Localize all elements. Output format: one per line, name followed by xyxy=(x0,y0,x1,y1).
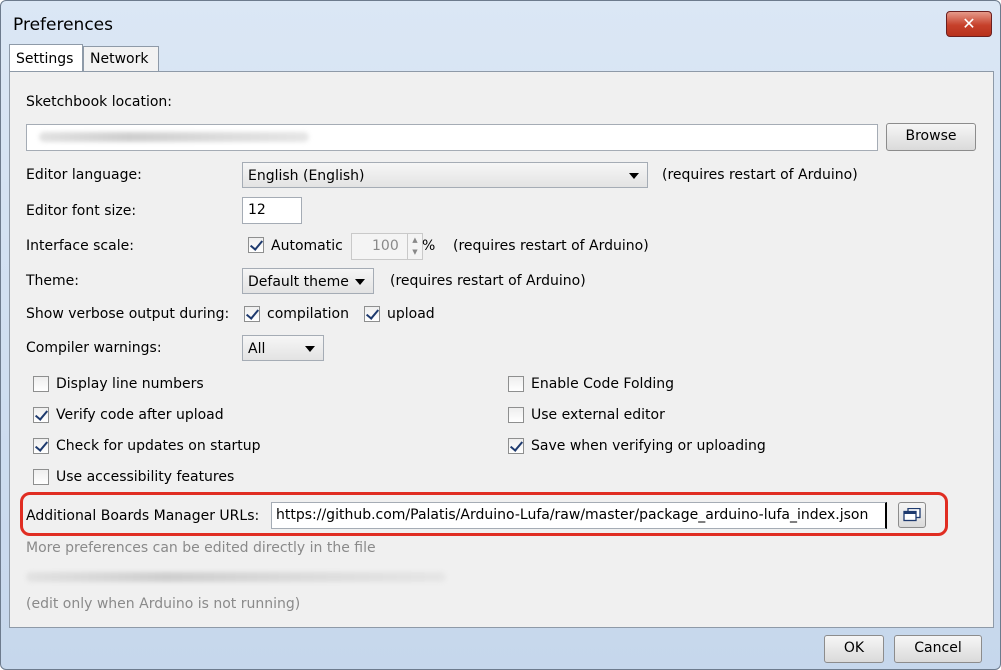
scale-spinner[interactable]: 100 ▲ ▼ xyxy=(351,233,423,260)
verify-after-upload-label: Verify code after upload xyxy=(56,407,224,423)
font-size-input[interactable]: 12 xyxy=(242,197,302,224)
save-when-verifying-checkbox[interactable] xyxy=(508,438,524,454)
theme-select[interactable]: Default theme xyxy=(242,268,374,294)
tab-network-label: Network xyxy=(90,51,149,67)
compilation-label: compilation xyxy=(267,306,349,322)
sketchbook-path-input[interactable] xyxy=(26,124,878,151)
editor-language-select[interactable]: English (English) xyxy=(242,162,648,188)
browse-button[interactable]: Browse xyxy=(886,123,976,151)
tab-network[interactable]: Network xyxy=(83,46,159,72)
upload-checkbox[interactable] xyxy=(364,306,380,322)
close-icon[interactable]: ✕ xyxy=(946,11,992,37)
external-editor-label: Use external editor xyxy=(531,407,665,423)
automatic-checkbox[interactable] xyxy=(248,237,264,253)
compiler-warnings-value: All xyxy=(248,341,266,357)
title-bar: Preferences ✕ xyxy=(1,1,1000,43)
settings-panel: Sketchbook location: Browse Editor langu… xyxy=(9,71,994,628)
window-title: Preferences xyxy=(13,15,113,35)
blurred-path xyxy=(39,132,309,142)
preferences-window: Preferences ✕ Settings Network Sketchboo… xyxy=(0,0,1001,670)
accessibility-label: Use accessibility features xyxy=(56,469,235,485)
editor-language-note: (requires restart of Arduino) xyxy=(662,167,858,183)
annotation-highlight xyxy=(20,492,948,536)
save-when-verifying-label: Save when verifying or uploading xyxy=(531,438,766,454)
theme-label: Theme: xyxy=(26,273,80,289)
compiler-warnings-label: Compiler warnings: xyxy=(26,340,162,356)
cancel-button[interactable]: Cancel xyxy=(894,635,982,663)
display-line-numbers-label: Display line numbers xyxy=(56,376,204,392)
editor-language-value: English (English) xyxy=(248,168,365,184)
spinner-arrows-icon[interactable]: ▲ ▼ xyxy=(407,234,422,260)
interface-scale-label: Interface scale: xyxy=(26,238,134,254)
ok-button[interactable]: OK xyxy=(824,635,884,663)
check-updates-label: Check for updates on startup xyxy=(56,438,261,454)
compilation-checkbox[interactable] xyxy=(244,306,260,322)
edit-note-text: (edit only when Arduino is not running) xyxy=(26,596,301,612)
sketchbook-label: Sketchbook location: xyxy=(26,94,173,110)
automatic-label: Automatic xyxy=(271,238,343,254)
more-preferences-text: More preferences can be edited directly … xyxy=(26,540,376,556)
compiler-warnings-select[interactable]: All xyxy=(242,335,324,361)
tab-settings[interactable]: Settings xyxy=(9,44,83,72)
upload-label: upload xyxy=(387,306,435,322)
theme-note: (requires restart of Arduino) xyxy=(390,273,586,289)
verify-after-upload-checkbox[interactable] xyxy=(33,407,49,423)
verbose-label: Show verbose output during: xyxy=(26,306,230,322)
display-line-numbers-checkbox[interactable] xyxy=(33,376,49,392)
tab-settings-label: Settings xyxy=(16,51,74,67)
scale-value: 100 xyxy=(372,238,399,254)
external-editor-checkbox[interactable] xyxy=(508,407,524,423)
blurred-preferences-path xyxy=(26,572,446,582)
check-updates-checkbox[interactable] xyxy=(33,438,49,454)
chevron-down-icon xyxy=(629,173,639,179)
scale-unit: % xyxy=(422,238,436,254)
chevron-down-icon xyxy=(305,346,315,352)
code-folding-checkbox[interactable] xyxy=(508,376,524,392)
code-folding-label: Enable Code Folding xyxy=(531,376,674,392)
accessibility-checkbox[interactable] xyxy=(33,469,49,485)
editor-language-label: Editor language: xyxy=(26,167,142,183)
theme-value: Default theme xyxy=(248,274,349,290)
font-size-label: Editor font size: xyxy=(26,203,137,219)
chevron-down-icon xyxy=(355,279,365,285)
interface-scale-note: (requires restart of Arduino) xyxy=(453,238,649,254)
